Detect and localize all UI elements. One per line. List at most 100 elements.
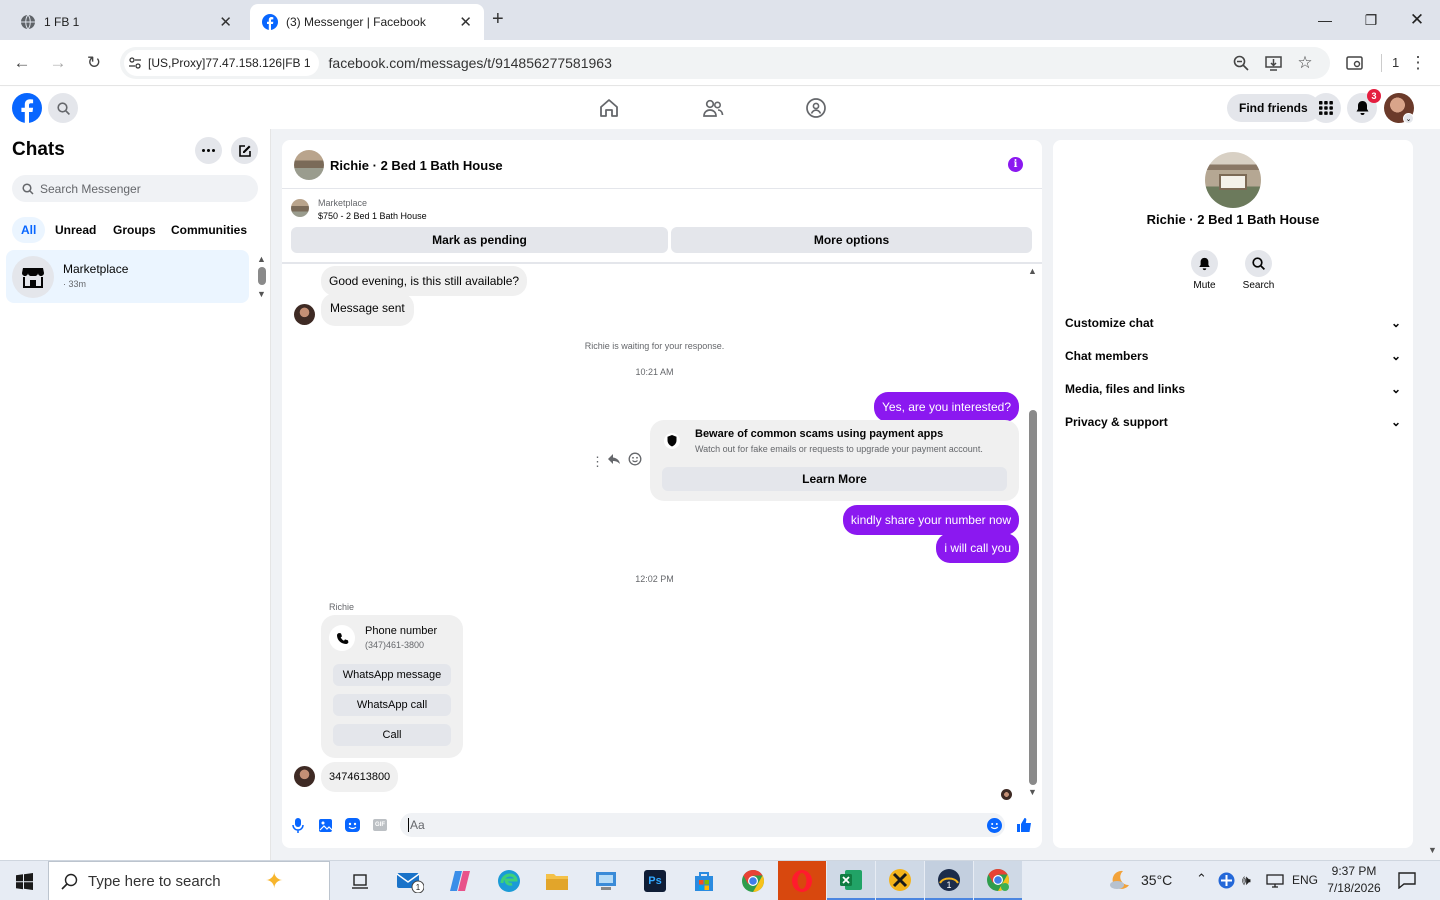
address-bar[interactable]: [US,Proxy]77.47.158.126|FB 1 facebook.co… [120,47,1330,79]
opera-icon[interactable] [778,861,826,900]
volume-icon[interactable]: 🕪 [1242,872,1251,889]
minimize-icon[interactable]: — [1302,0,1348,40]
language-indicator[interactable]: ENG [1292,873,1318,887]
maximize-icon[interactable]: ❐ [1348,0,1394,40]
install-app-icon[interactable] [1261,51,1285,75]
facebook-logo-icon[interactable] [12,93,42,123]
microsoft-store-icon[interactable] [680,861,728,900]
reply-icon[interactable] [607,452,621,466]
scroll-down-arrow-icon[interactable]: ▼ [257,289,266,299]
ixbrowser-icon[interactable] [876,861,924,900]
fb-search-icon[interactable] [48,93,78,123]
network-icon[interactable] [1266,873,1284,888]
mail-app-icon[interactable]: 1 [386,861,434,900]
chrome-icon[interactable] [729,861,777,900]
profile-count[interactable]: 1 [1392,55,1399,70]
clock-date[interactable]: 7/18/2026 [1325,881,1383,895]
reload-icon[interactable]: ↻ [82,51,106,75]
task-view-icon[interactable] [336,861,384,900]
like-thumb-icon[interactable] [1016,817,1032,833]
weather-moon-icon[interactable] [1108,868,1132,892]
chat-list-item-marketplace[interactable]: Marketplace · 33m [6,250,249,303]
notification-center-icon[interactable] [1398,872,1416,889]
url-text[interactable]: facebook.com/messages/t/914856277581963 [329,55,612,71]
filter-unread[interactable]: Unread [46,217,105,243]
scroll-up-arrow-icon[interactable]: ▲ [257,254,266,264]
menu-grid-icon[interactable] [1311,93,1341,123]
message-outgoing[interactable]: kindly share your number now [842,505,1019,535]
clock-time[interactable]: 9:37 PM [1325,864,1383,878]
window-close-icon[interactable]: ✕ [1394,0,1440,40]
find-friends-button[interactable]: Find friends [1227,94,1320,122]
conversation-scrollbar-thumb[interactable] [1029,410,1037,785]
search-conversation-icon[interactable] [1245,250,1272,277]
section-chat-members[interactable]: Chat members ⌄ [1065,346,1401,366]
react-smiley-icon[interactable] [628,452,642,466]
more-actions-icon[interactable]: ⋮ [591,454,604,470]
chevron-up-icon[interactable]: ⌃ [1196,871,1207,887]
excel-icon[interactable] [827,861,875,900]
photo-icon[interactable] [319,818,332,832]
message-input[interactable]: Aa [400,813,1005,837]
home-icon[interactable] [598,97,620,119]
scroll-up-arrow-icon[interactable]: ▲ [1028,266,1037,276]
copilot-icon[interactable] [436,861,484,900]
message-incoming[interactable]: Good evening, is this still available? [321,266,528,296]
emoji-icon[interactable] [987,818,1002,833]
forward-icon[interactable]: → [46,51,70,75]
file-explorer-icon[interactable] [533,861,581,900]
page-scroll-down-icon[interactable]: ▼ [1428,845,1437,855]
whatsapp-message-button[interactable]: WhatsApp message [333,664,451,686]
message-incoming[interactable]: Message sent [321,293,414,326]
windows-start-icon[interactable] [0,861,48,900]
profile-browser-icon[interactable]: 1 [925,861,973,900]
bookmark-star-icon[interactable]: ☆ [1293,51,1317,75]
tray-app-icon[interactable] [1218,872,1235,889]
conversation-title[interactable]: Richie · 2 Bed 1 Bath House [330,158,503,173]
friends-icon[interactable] [702,97,724,119]
close-tab-icon[interactable]: ✕ [219,13,232,31]
site-info-chip[interactable]: [US,Proxy]77.47.158.126|FB 1 [124,50,319,76]
listing-avatar[interactable] [294,150,324,180]
close-tab-icon[interactable]: ✕ [459,13,472,31]
groups-icon[interactable] [805,97,827,119]
new-tab-icon[interactable]: + [492,8,504,31]
search-messenger-input[interactable]: Search Messenger [12,175,258,202]
call-button[interactable]: Call [333,724,451,746]
photoshop-icon[interactable]: Ps [631,861,679,900]
weather-temp[interactable]: 35°C [1141,872,1172,888]
message-outgoing[interactable]: Yes, are you interested? [874,392,1019,422]
browser-tab-fb1[interactable]: 1 FB 1 ✕ [8,4,244,40]
tab-search-icon[interactable] [1343,51,1367,75]
listing-title[interactable]: $750 - 2 Bed 1 Bath House [318,211,427,221]
more-options-button[interactable]: More options [671,227,1032,253]
learn-more-button[interactable]: Learn More [662,467,1007,491]
gif-icon[interactable]: GIF [373,819,387,831]
browser-menu-icon[interactable]: ⋮ [1406,51,1430,75]
sticker-icon[interactable] [345,818,360,832]
listing-photo[interactable] [1205,152,1261,208]
message-incoming[interactable]: 3474613800 [321,762,399,792]
section-privacy-support[interactable]: Privacy & support ⌄ [1065,412,1401,432]
filter-communities[interactable]: Communities [162,217,256,243]
control-panel-icon[interactable] [582,861,630,900]
more-options-icon[interactable] [195,137,222,164]
edge-browser-icon[interactable] [485,861,533,900]
taskbar-search-box[interactable]: Type here to search ✦ [48,861,330,900]
browser-tab-messenger[interactable]: (3) Messenger | Facebook ✕ [250,4,484,40]
new-message-icon[interactable] [231,137,258,164]
microphone-icon[interactable] [292,818,304,833]
zoom-icon[interactable] [1229,51,1253,75]
chevron-down-icon[interactable]: ⌄ [1403,113,1414,124]
chrome-active-icon[interactable] [974,861,1022,900]
message-outgoing[interactable]: i will call you [936,533,1019,563]
info-icon[interactable]: i [1008,157,1023,172]
section-media-files-links[interactable]: Media, files and links ⌄ [1065,379,1401,399]
whatsapp-call-button[interactable]: WhatsApp call [333,694,451,716]
filter-all[interactable]: All [12,217,46,243]
mark-as-pending-button[interactable]: Mark as pending [291,227,668,253]
mute-bell-icon[interactable] [1191,250,1218,277]
sidebar-scrollbar-thumb[interactable] [258,267,266,285]
section-customize-chat[interactable]: Customize chat ⌄ [1065,313,1401,333]
back-icon[interactable]: ← [10,51,34,75]
